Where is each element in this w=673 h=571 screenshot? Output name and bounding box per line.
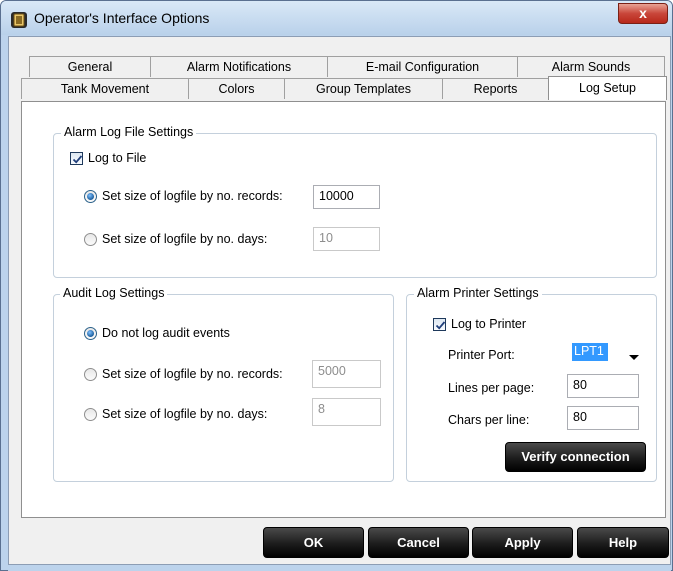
log-to-printer-checkbox[interactable]: [433, 318, 446, 331]
audit-days-input[interactable]: 8: [312, 398, 381, 426]
lines-per-page-label: Lines per page:: [448, 381, 535, 395]
log-to-file-label: Log to File: [88, 151, 147, 165]
checkmark-icon: [72, 155, 83, 164]
audit-log-legend: Audit Log Settings: [60, 286, 168, 300]
audit-log-group: [53, 294, 394, 482]
audit-records-input[interactable]: 5000: [312, 360, 381, 388]
alarm-log-legend: Alarm Log File Settings: [61, 125, 197, 139]
apply-button[interactable]: Apply: [472, 527, 573, 558]
tab-label: E-mail Configuration: [365, 60, 480, 74]
printer-port-value: LPT1: [572, 343, 608, 361]
audit-do-not-log-label: Do not log audit events: [102, 326, 230, 340]
alarm-size-by-days-label: Set size of logfile by no. days:: [102, 232, 268, 246]
chevron-down-icon[interactable]: [629, 350, 639, 364]
alarm-days-input[interactable]: 10: [313, 227, 380, 251]
audit-size-by-records-radio[interactable]: [84, 368, 97, 381]
chars-per-line-label: Chars per line:: [448, 413, 530, 427]
radio-dot-icon: [87, 193, 94, 200]
tab-alarm-notifications[interactable]: Alarm Notifications: [150, 56, 328, 77]
window-title: Operator's Interface Options: [34, 10, 210, 26]
printer-port-label: Printer Port:: [448, 348, 515, 362]
audit-size-by-days-label: Set size of logfile by no. days:: [102, 407, 268, 421]
lines-per-page-input[interactable]: 80: [567, 374, 639, 398]
verify-connection-button[interactable]: Verify connection: [505, 442, 646, 472]
tab-general[interactable]: General: [29, 56, 151, 77]
tab-alarm-sounds[interactable]: Alarm Sounds: [517, 56, 665, 77]
alarm-size-by-records-label: Set size of logfile by no. records:: [102, 189, 283, 203]
title-bar[interactable]: Operator's Interface Options x: [1, 1, 672, 35]
printer-port-select[interactable]: LPT1: [569, 341, 646, 366]
tab-label: Log Setup: [579, 81, 636, 95]
tab-label: Alarm Sounds: [551, 60, 631, 74]
alarm-records-input[interactable]: 10000: [313, 185, 380, 209]
alarm-size-by-records-radio[interactable]: [84, 190, 97, 203]
tab-label: Tank Movement: [60, 82, 150, 96]
ok-button[interactable]: OK: [263, 527, 364, 558]
tab-label: Alarm Notifications: [186, 60, 292, 74]
help-button[interactable]: Help: [577, 527, 669, 558]
window-bottom-edge: [8, 565, 671, 571]
tab-label: General: [67, 60, 113, 74]
cancel-button[interactable]: Cancel: [368, 527, 469, 558]
tab-reports[interactable]: Reports: [442, 78, 549, 99]
close-button[interactable]: x: [618, 3, 668, 24]
tab-colors[interactable]: Colors: [188, 78, 285, 99]
radio-dot-icon: [87, 330, 94, 337]
alarm-size-by-days-radio[interactable]: [84, 233, 97, 246]
audit-size-by-records-label: Set size of logfile by no. records:: [102, 367, 283, 381]
audit-size-by-days-radio[interactable]: [84, 408, 97, 421]
tab-email-configuration[interactable]: E-mail Configuration: [327, 56, 518, 77]
log-to-file-checkbox[interactable]: [70, 152, 83, 165]
tab-log-setup[interactable]: Log Setup: [548, 76, 667, 100]
tab-group-templates[interactable]: Group Templates: [284, 78, 443, 99]
tab-label: Group Templates: [316, 82, 411, 96]
tab-tank-movement[interactable]: Tank Movement: [21, 78, 189, 99]
tab-label: Colors: [218, 82, 255, 96]
checkmark-icon: [435, 321, 446, 330]
log-to-printer-label: Log to Printer: [451, 317, 527, 331]
audit-do-not-log-radio[interactable]: [84, 327, 97, 340]
close-icon: x: [639, 5, 647, 21]
printer-legend: Alarm Printer Settings: [414, 286, 542, 300]
app-icon: [10, 11, 28, 29]
chars-per-line-input[interactable]: 80: [567, 406, 639, 430]
tab-label: Reports: [473, 82, 518, 96]
